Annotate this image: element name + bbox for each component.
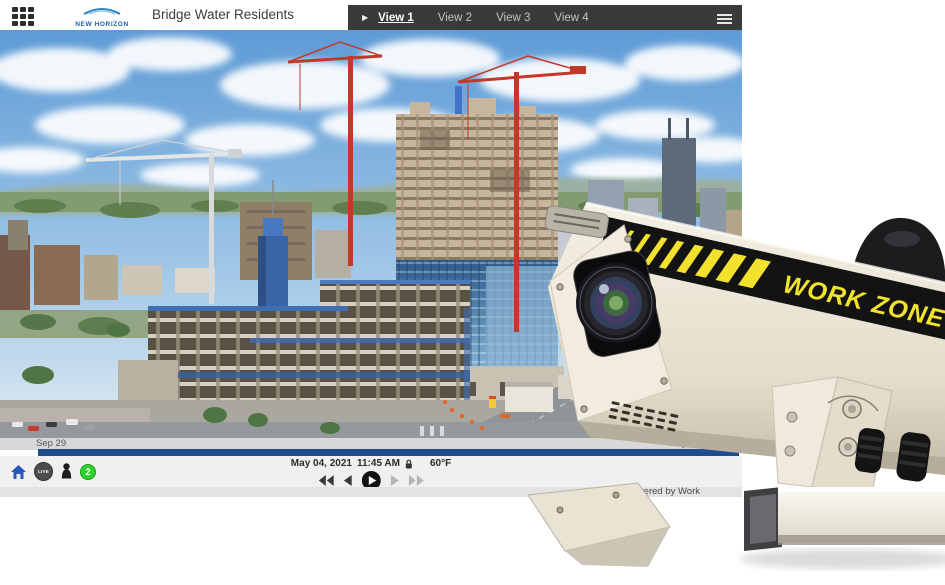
webcam-photo	[0, 30, 742, 438]
person-button[interactable]	[60, 463, 73, 480]
support-beam	[744, 487, 945, 551]
logo-swoosh-icon	[80, 5, 124, 16]
home-icon	[10, 464, 27, 480]
tab-view-1[interactable]: View 1	[378, 12, 414, 24]
time-text: 11:45 AM	[357, 458, 400, 469]
lock-icon	[405, 459, 413, 469]
timeline-scrubber[interactable]	[38, 449, 739, 456]
hamburger-menu-icon[interactable]	[717, 12, 732, 26]
step-back-button[interactable]	[343, 475, 351, 486]
webcam-viewer: NEW HORIZON Bridge Water Residents ▶ Vie…	[0, 0, 742, 497]
live-button[interactable]: LIVE	[34, 462, 53, 481]
tab-view-3[interactable]: View 3	[496, 12, 530, 24]
brand-text: NEW HORIZON	[62, 21, 142, 28]
viewer-footer: Powered by Work	[0, 487, 742, 497]
new-horizon-logo[interactable]: NEW HORIZON	[62, 3, 142, 28]
powered-by-text: Powered by Work	[625, 486, 700, 497]
temperature-display: 60°F	[430, 458, 451, 469]
tab-view-4[interactable]: View 4	[554, 12, 588, 24]
person-icon	[60, 463, 73, 480]
work-zone-cam-label: WORK ZONE CAM	[781, 270, 945, 348]
header: NEW HORIZON Bridge Water Residents ▶ Vie…	[0, 0, 742, 30]
date-text: May 04, 2021	[291, 458, 352, 469]
users-count: 2	[85, 465, 90, 479]
live-label: LIVE	[38, 469, 49, 474]
step-forward-button[interactable]	[390, 475, 398, 486]
playback-control-bar: LIVE 2 May 04, 2021 11:45 AM 60°F	[0, 456, 742, 487]
ptz-dome	[850, 218, 945, 319]
apps-grid-icon[interactable]	[12, 7, 36, 27]
fast-forward-button[interactable]	[408, 475, 423, 486]
page-title: Bridge Water Residents	[152, 0, 294, 30]
camera-shadow	[740, 549, 945, 569]
tab-view-2[interactable]: View 2	[438, 12, 472, 24]
home-button[interactable]	[10, 464, 27, 480]
rewind-button[interactable]	[318, 475, 333, 486]
view-tab-bar: ▶ View 1 View 2 View 3 View 4	[348, 5, 742, 30]
mount-bracket	[772, 377, 892, 493]
cable-glands	[854, 427, 932, 483]
tabs-arrow-icon[interactable]: ▶	[362, 13, 368, 22]
datetime-display: May 04, 2021 11:45 AM 60°F	[291, 458, 451, 469]
users-count-badge[interactable]: 2	[80, 464, 96, 480]
